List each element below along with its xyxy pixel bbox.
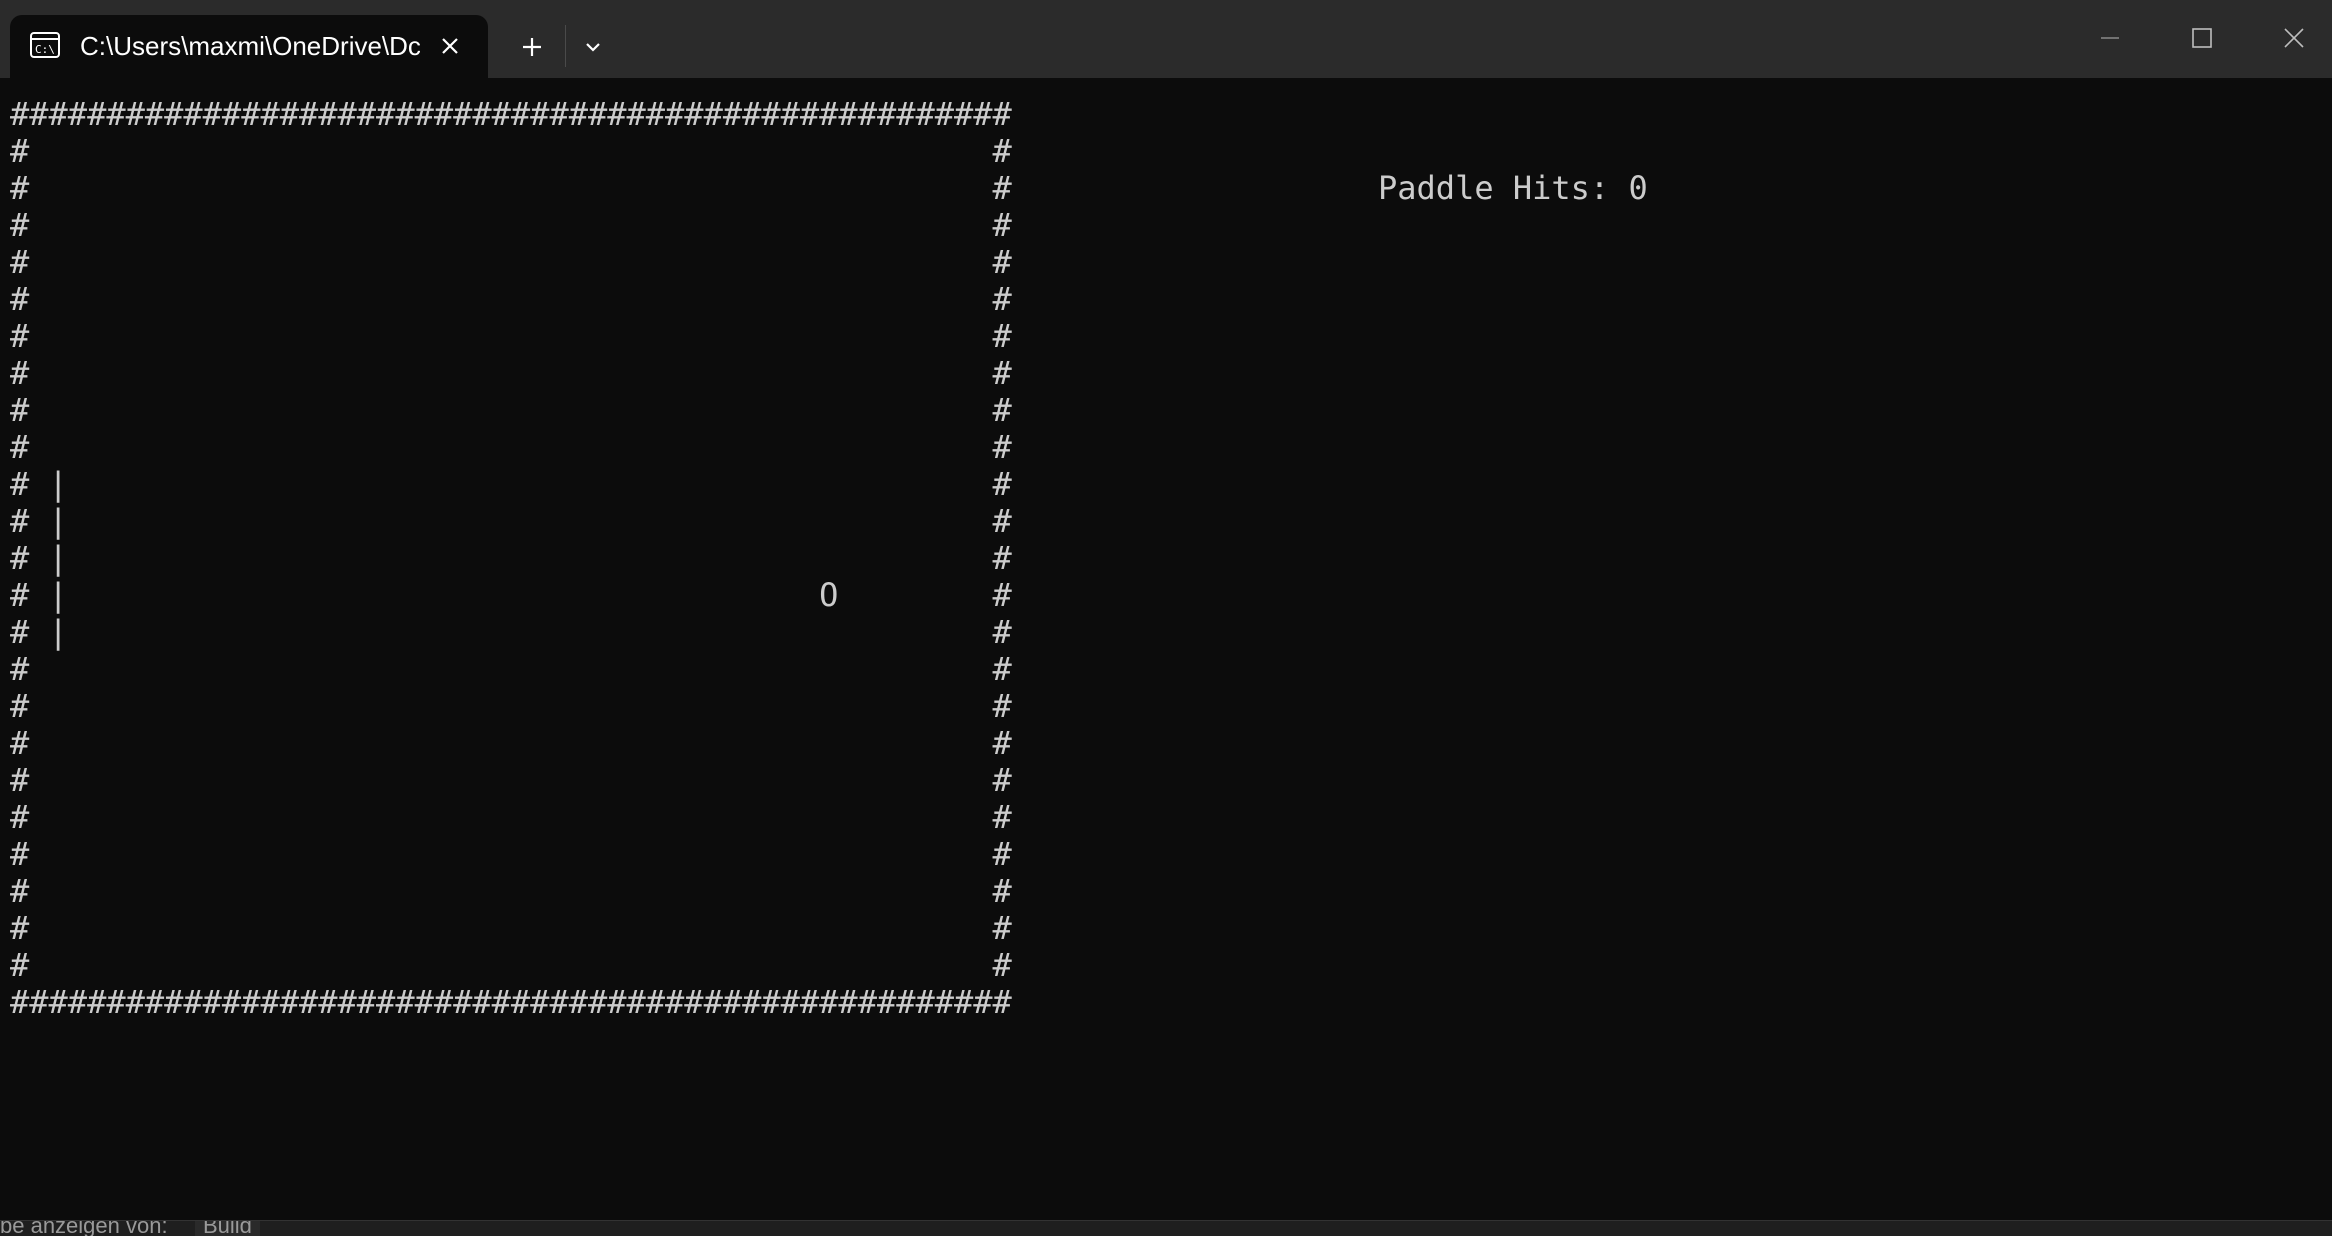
- close-window-icon[interactable]: [2254, 16, 2332, 60]
- output-source-select: Build: [195, 1221, 260, 1236]
- maximize-icon[interactable]: [2162, 16, 2242, 60]
- tab-separator: [565, 25, 566, 67]
- background-window-strip: be anzeigen von: Build: [0, 1220, 2332, 1236]
- output-source-label: be anzeigen von:: [0, 1220, 168, 1236]
- console-area[interactable]: ########################################…: [0, 78, 2332, 1220]
- new-tab-icon[interactable]: [512, 30, 552, 64]
- console-icon: C:\: [30, 32, 60, 58]
- title-bar: C:\ C:\Users\maxmi\OneDrive\Dc: [0, 0, 2332, 78]
- paddle-hits-counter: Paddle Hits: 0: [1378, 169, 1648, 207]
- chevron-down-icon[interactable]: [576, 30, 610, 64]
- svg-text:C:\: C:\: [35, 43, 55, 56]
- tab-title: C:\Users\maxmi\OneDrive\Dc: [80, 31, 420, 61]
- terminal-tab[interactable]: C:\ C:\Users\maxmi\OneDrive\Dc: [10, 15, 488, 78]
- minimize-icon[interactable]: [2070, 16, 2150, 60]
- game-field: ########################################…: [10, 95, 1012, 1021]
- close-tab-icon[interactable]: [435, 31, 465, 61]
